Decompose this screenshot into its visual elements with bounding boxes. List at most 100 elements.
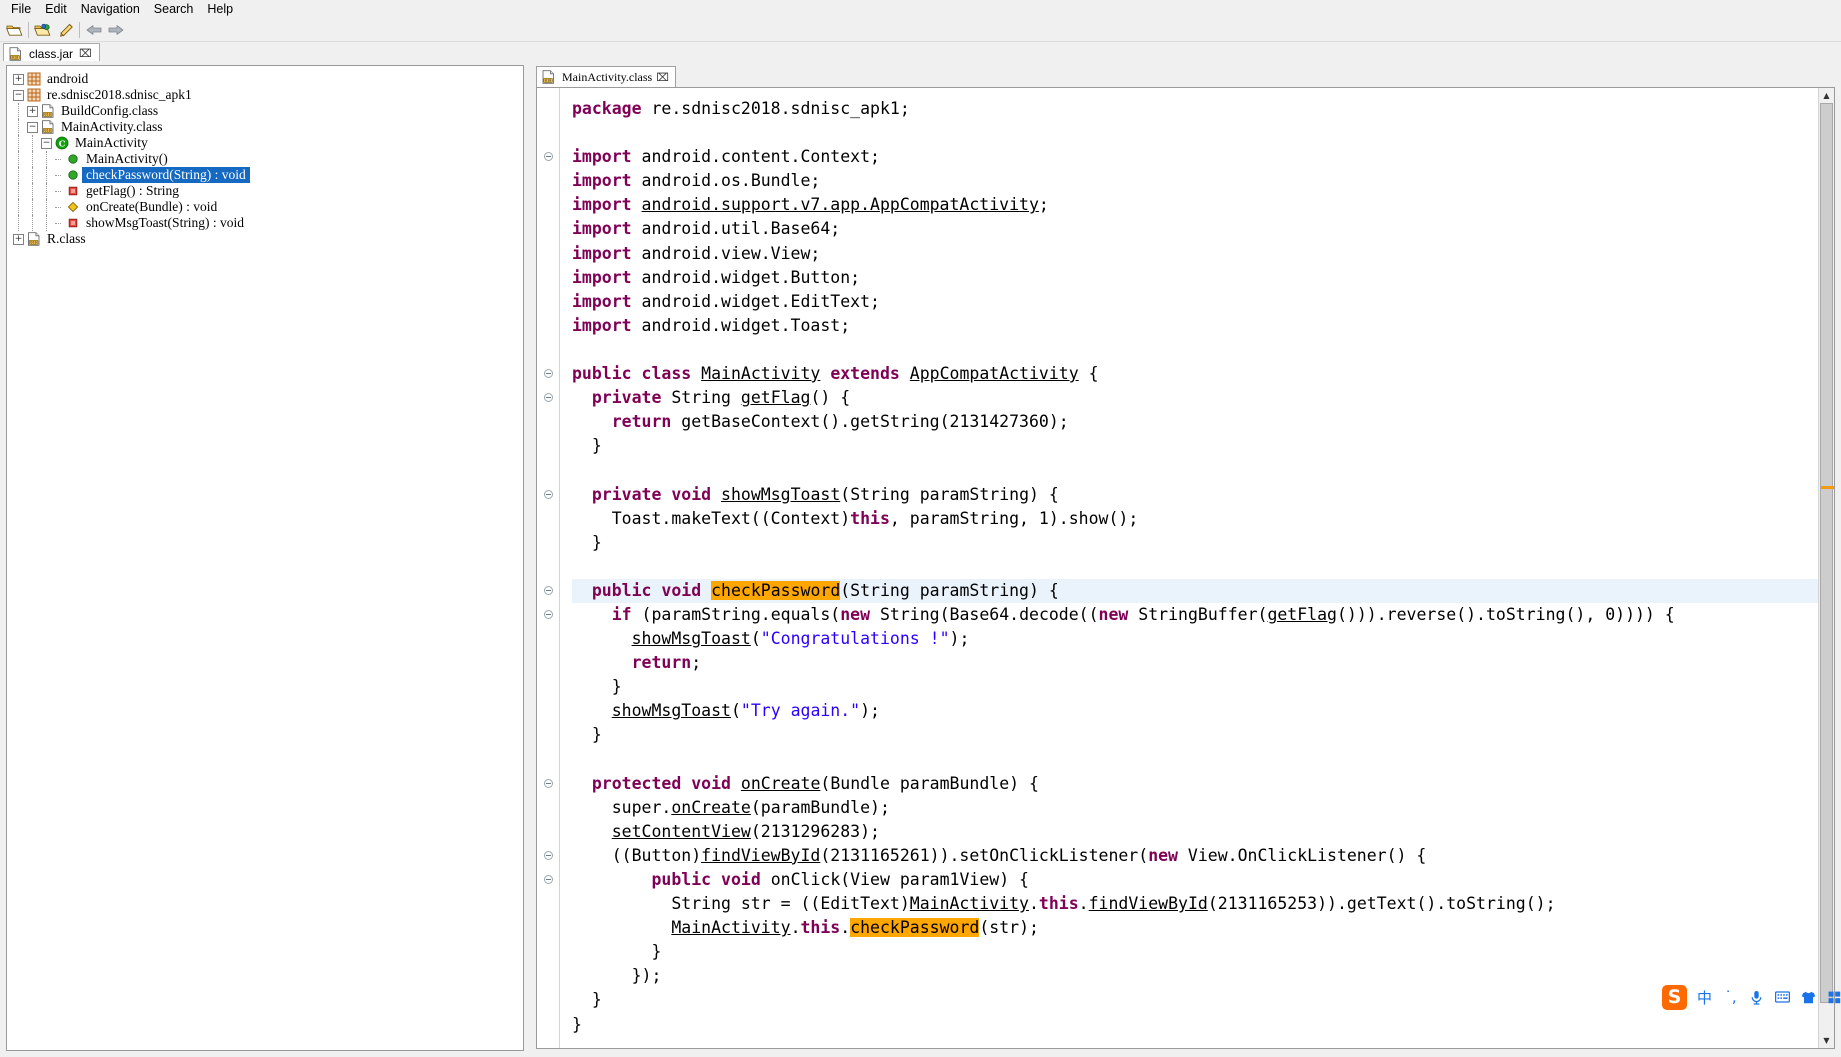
svg-text:010: 010: [545, 79, 552, 83]
tree-node[interactable]: showMsgToast(String) : void: [13, 215, 523, 231]
tree-branch-line: [55, 199, 61, 215]
tree-node[interactable]: − 010 MainActivity.class: [13, 119, 523, 135]
code-line: package re.sdnisc2018.sdnisc_apk1;: [572, 97, 1818, 121]
tree-expander-minus[interactable]: −: [41, 138, 52, 149]
tree-node[interactable]: −CMainActivity: [13, 135, 523, 151]
code-line: Toast.makeText((Context)this, paramStrin…: [572, 507, 1818, 531]
code-line: });: [572, 964, 1818, 988]
decompile-icon[interactable]: [54, 20, 76, 40]
tree-expander-minus[interactable]: −: [27, 122, 38, 133]
fold-toggle-icon[interactable]: [544, 586, 553, 595]
tree-node[interactable]: getFlag() : String: [13, 183, 523, 199]
tree-indent-guide: [41, 215, 52, 231]
tree-indent-guide: [27, 151, 38, 167]
tree-node[interactable]: +010R.class: [13, 231, 523, 247]
code-line: public void onClick(View param1View) {: [572, 868, 1818, 892]
code-line: }: [572, 723, 1818, 747]
editor-tab-label: MainActivity.class: [562, 70, 652, 85]
open-recent-icon[interactable]: [32, 20, 54, 40]
open-folder-icon[interactable]: [3, 20, 25, 40]
code-line: [572, 748, 1818, 772]
package-explorer-panel: +android − re.sdnisc2018.sdnisc_apk1+010Bu…: [6, 65, 524, 1051]
editor-tab-mainactivity[interactable]: 010 MainActivity.class ⌧: [536, 66, 676, 87]
tree-node[interactable]: +010BuildConfig.class: [13, 103, 523, 119]
class-file-icon: 010: [41, 120, 55, 134]
code-line: private void showMsgToast(String paramSt…: [572, 483, 1818, 507]
tree-node-label: showMsgToast(String) : void: [82, 215, 244, 231]
scroll-up-arrow[interactable]: ▲: [1819, 88, 1834, 103]
tree-node[interactable]: − re.sdnisc2018.sdnisc_apk1: [13, 87, 523, 103]
class-file-icon: 010: [9, 47, 23, 61]
class-tree[interactable]: +android − re.sdnisc2018.sdnisc_apk1+010Bu…: [7, 66, 523, 247]
code-line: import android.widget.EditText;: [572, 290, 1818, 314]
tree-indent-guide: [13, 199, 24, 215]
svg-text:C: C: [59, 139, 66, 149]
punctuation-icon[interactable]: ˙,: [1722, 988, 1739, 1006]
tree-node[interactable]: MainActivity(): [13, 151, 523, 167]
toolbox-icon[interactable]: [1826, 988, 1841, 1006]
language-mode-icon[interactable]: 中: [1696, 988, 1713, 1006]
fold-toggle-icon[interactable]: [544, 610, 553, 619]
scroll-down-arrow[interactable]: ▼: [1819, 1033, 1834, 1048]
close-icon[interactable]: ⌧: [656, 71, 669, 84]
code-line: [572, 555, 1818, 579]
fold-toggle-icon[interactable]: [544, 152, 553, 161]
tree-branch-line: [55, 151, 61, 167]
tree-node[interactable]: onCreate(Bundle) : void: [13, 199, 523, 215]
editor-vertical-scrollbar[interactable]: ▲ ▼: [1818, 88, 1834, 1048]
tree-expander-plus[interactable]: +: [13, 234, 24, 245]
skin-icon[interactable]: [1800, 988, 1817, 1006]
microphone-icon[interactable]: [1748, 988, 1765, 1006]
code-line: return;: [572, 651, 1818, 675]
tree-indent-guide: [13, 135, 24, 151]
sogou-logo-icon[interactable]: S: [1662, 985, 1687, 1010]
code-line: protected void onCreate(Bundle paramBund…: [572, 772, 1818, 796]
tree-node[interactable]: +android: [13, 71, 523, 87]
code-line: import android.widget.Button;: [572, 266, 1818, 290]
menu-item-search[interactable]: Search: [147, 1, 201, 17]
back-arrow-icon[interactable]: [83, 20, 105, 40]
code-line: import android.content.Context;: [572, 145, 1818, 169]
svg-text:010: 010: [44, 129, 51, 133]
code-line: }: [572, 988, 1818, 1012]
tree-expander-minus[interactable]: −: [13, 90, 24, 101]
code-line: [572, 121, 1818, 145]
folding-gutter[interactable]: [537, 88, 560, 1048]
tree-node-label: re.sdnisc2018.sdnisc_apk1: [43, 87, 192, 103]
tree-expander-plus[interactable]: +: [13, 74, 24, 85]
tree-expander-plus[interactable]: +: [27, 106, 38, 117]
tree-node[interactable]: checkPassword(String) : void: [13, 167, 523, 183]
scroll-track[interactable]: [1819, 103, 1834, 1033]
code-line: import android.os.Bundle;: [572, 169, 1818, 193]
code-line: ((Button)findViewById(2131165261)).setOn…: [572, 844, 1818, 868]
fold-toggle-icon[interactable]: [544, 875, 553, 884]
code-line: import android.widget.Toast;: [572, 314, 1818, 338]
tree-indent-guide: [41, 151, 52, 167]
fold-toggle-icon[interactable]: [544, 851, 553, 860]
method-private-icon: [66, 216, 80, 230]
fold-toggle-icon[interactable]: [544, 393, 553, 402]
tree-indent-guide: [27, 135, 38, 151]
scroll-thumb[interactable]: [1820, 103, 1833, 1003]
tree-indent-guide: [27, 183, 38, 199]
soft-keyboard-icon[interactable]: [1774, 988, 1791, 1006]
svg-text:010: 010: [30, 241, 37, 245]
jar-tab-class-jar[interactable]: 010 class.jar ⌧: [3, 43, 100, 63]
tree-node-label: MainActivity.class: [57, 119, 162, 135]
close-icon[interactable]: ⌧: [79, 47, 92, 60]
sogou-ime-toolbar[interactable]: S 中 ˙,: [1662, 984, 1841, 1010]
fold-toggle-icon[interactable]: [544, 490, 553, 499]
fold-toggle-icon[interactable]: [544, 779, 553, 788]
code-viewport[interactable]: package re.sdnisc2018.sdnisc_apk1; impor…: [560, 88, 1818, 1048]
menu-item-help[interactable]: Help: [200, 1, 240, 17]
menu-item-navigation[interactable]: Navigation: [74, 1, 147, 17]
occurrence-marker[interactable]: [1821, 486, 1834, 489]
menu-item-edit[interactable]: Edit: [38, 1, 74, 17]
code-line: import android.view.View;: [572, 242, 1818, 266]
forward-arrow-icon[interactable]: [105, 20, 127, 40]
tree-indent-guide: [41, 183, 52, 199]
fold-toggle-icon[interactable]: [544, 369, 553, 378]
code-line: private String getFlag() {: [572, 386, 1818, 410]
menu-item-file[interactable]: File: [4, 1, 38, 17]
code-line: setContentView(2131296283);: [572, 820, 1818, 844]
